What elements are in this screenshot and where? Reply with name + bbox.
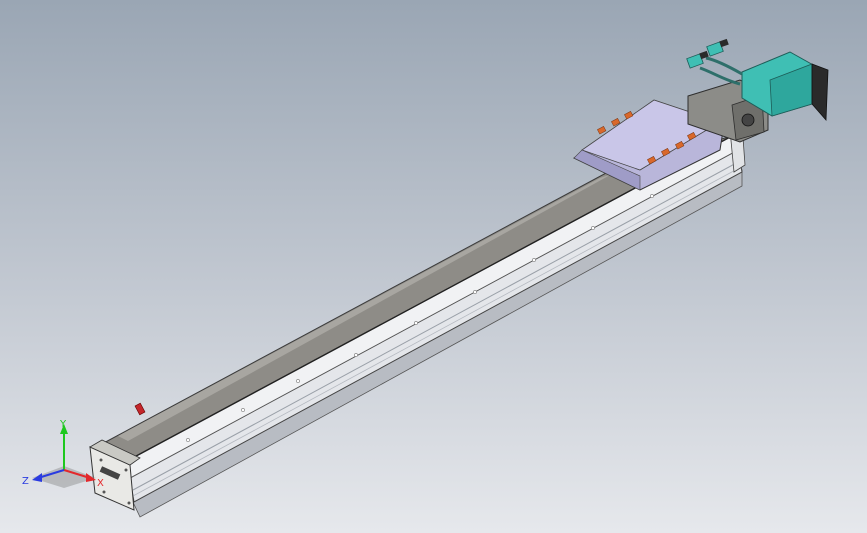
motor-cables [686,38,743,86]
cad-viewport[interactable]: Y X Z [0,0,867,533]
x-axis-label: X [97,478,104,489]
motor-rear-cap [811,63,829,122]
motor-shaft-hub [741,113,755,127]
top-cover-highlight [118,174,612,441]
y-axis-label: Y [59,419,67,430]
axis-triad[interactable]: Y X Z [20,418,110,498]
limit-sensor [134,402,146,416]
rail-groove-line [132,160,741,491]
z-axis-label: Z [22,476,29,487]
linear-module-model[interactable] [0,0,867,533]
rail-groove-line-2 [132,166,742,497]
